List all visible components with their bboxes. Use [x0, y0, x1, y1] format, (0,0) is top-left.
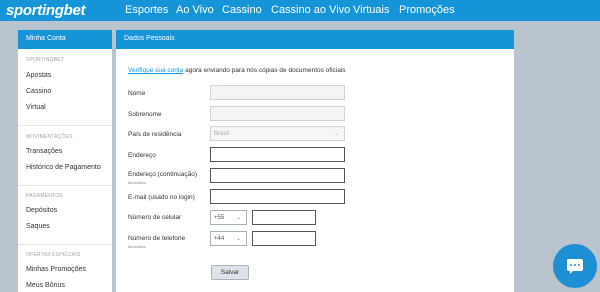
- nav-esportes[interactable]: Esportes: [125, 4, 168, 16]
- logo-main: sporting: [6, 2, 64, 19]
- label-telefone: Número de telefone: [128, 235, 186, 242]
- sidebar-item-apostas[interactable]: Apostas: [26, 72, 51, 79]
- sobrenome-field: [210, 106, 345, 121]
- label-pais: País de residência: [128, 131, 182, 138]
- endereco-field[interactable]: [210, 147, 345, 162]
- pais-value: Brasil: [214, 131, 230, 137]
- logo-accent: bet: [63, 2, 86, 19]
- sidebar-section-movimentacoes: MOVIMENTAÇÕES: [26, 134, 73, 140]
- panel-title: Dados Pessoais: [116, 30, 514, 49]
- top-nav: sportingbet Esportes Ao Vivo Cassino Cas…: [0, 0, 600, 21]
- nav-ao-vivo[interactable]: Ao Vivo: [176, 4, 214, 16]
- nav-promocoes[interactable]: Promoções: [399, 4, 455, 16]
- telefone-field[interactable]: [252, 231, 316, 246]
- chat-icon: [567, 259, 583, 274]
- verify-text: agora enviando para nós cópias de docume…: [183, 67, 346, 74]
- account-sidebar: Minha Conta SPORTINGBET Apostas Cassino …: [18, 30, 112, 292]
- nav-cassino-ao-vivo[interactable]: Cassino ao Vivo: [271, 4, 350, 16]
- sidebar-item-saques[interactable]: Saques: [26, 223, 50, 230]
- label-endereco2: Endereço (continuação): [128, 171, 198, 178]
- sidebar-section-sportingbet: SPORTINGBET: [26, 57, 64, 63]
- label-sobrenome: Sobrenome: [128, 111, 162, 118]
- chat-button[interactable]: [553, 244, 597, 288]
- endereco2-optional: facultativo: [128, 180, 147, 185]
- label-endereco: Endereço: [128, 152, 156, 159]
- telefone-code-value: +44: [214, 236, 225, 242]
- endereco2-field[interactable]: [210, 168, 345, 183]
- sidebar-item-transacoes[interactable]: Transações: [26, 148, 62, 155]
- sidebar-item-cassino[interactable]: Cassino: [26, 88, 51, 95]
- label-celular: Número de celular: [128, 214, 182, 221]
- label-email: E-mail (usado no login): [128, 194, 195, 201]
- telefone-country-code-select[interactable]: +44 ⌄: [210, 231, 247, 246]
- chevron-down-icon: ⌄: [235, 236, 241, 242]
- pais-select: Brasil ⌄: [210, 126, 345, 141]
- sidebar-divider: [18, 244, 112, 245]
- telefone-optional: facultativo: [128, 244, 147, 249]
- nome-field: [210, 85, 345, 100]
- verify-notice: Verifique sua conta agora enviando para …: [128, 67, 346, 74]
- celular-code-value: +55: [214, 215, 225, 221]
- sidebar-item-depositos[interactable]: Depósitos: [26, 207, 57, 214]
- sidebar-title: Minha Conta: [18, 30, 112, 49]
- sidebar-divider: [18, 185, 112, 186]
- chevron-down-icon: ⌄: [235, 215, 241, 221]
- chevron-down-icon: ⌄: [333, 131, 339, 137]
- sidebar-section-ofertas: OFERTAS ESPECIAIS: [26, 252, 81, 258]
- email-field[interactable]: [210, 189, 345, 204]
- celular-field[interactable]: [252, 210, 316, 225]
- sidebar-item-minhas-promocoes[interactable]: Minhas Promoções: [26, 266, 86, 273]
- nav-cassino[interactable]: Cassino: [222, 4, 262, 16]
- personal-data-panel: Dados Pessoais Verifique sua conta agora…: [116, 30, 514, 292]
- nav-virtuais[interactable]: Virtuais: [353, 4, 389, 16]
- label-nome: Nome: [128, 90, 146, 97]
- save-button[interactable]: Salvar: [211, 265, 249, 280]
- sidebar-item-historico-pagamento[interactable]: Histórico de Pagamento: [26, 164, 101, 171]
- sidebar-section-pagamentos: PAGAMENTOS: [26, 193, 63, 199]
- sidebar-divider: [18, 125, 112, 126]
- sportingbet-logo[interactable]: sportingbet: [6, 2, 85, 19]
- verify-account-link[interactable]: Verifique sua conta: [128, 67, 183, 74]
- sidebar-item-virtual[interactable]: Virtual: [26, 104, 46, 111]
- celular-country-code-select[interactable]: +55 ⌄: [210, 210, 247, 225]
- sidebar-item-meus-bonus[interactable]: Meus Bônus: [26, 282, 65, 289]
